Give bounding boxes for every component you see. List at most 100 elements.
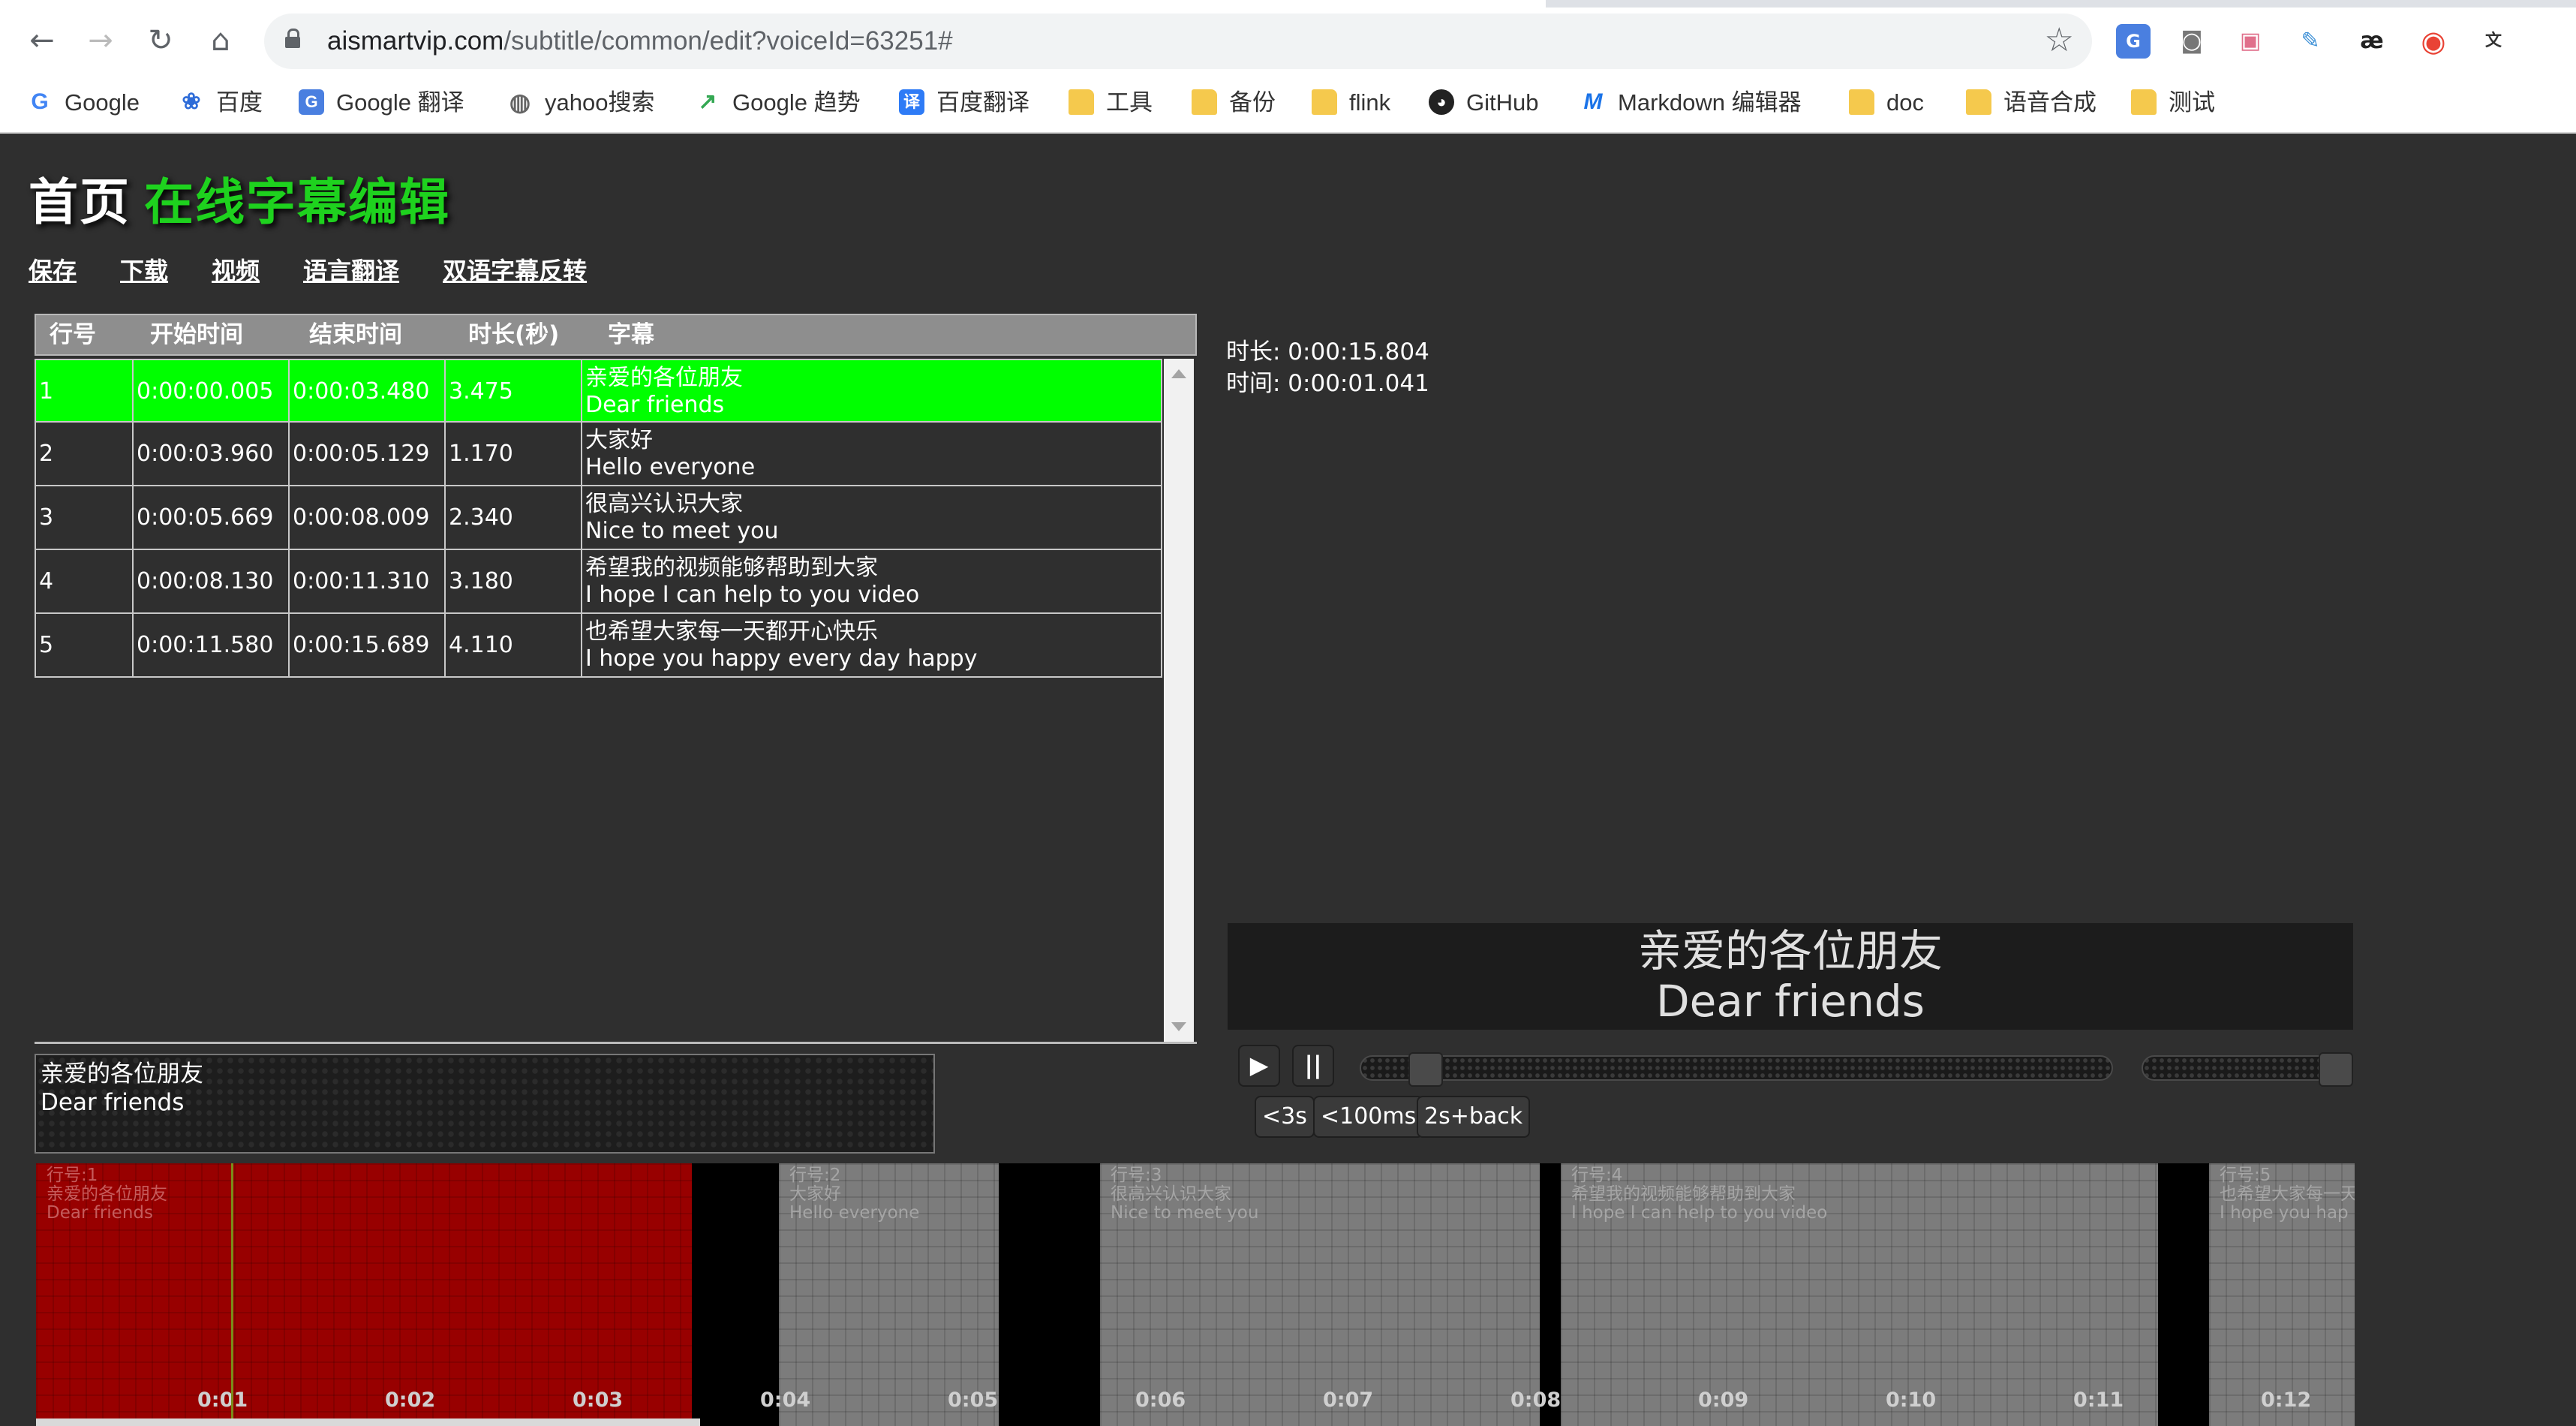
video-link[interactable]: 视频 (212, 257, 260, 285)
table-header: 行号 开始时间 结束时间 时长(秒) 字幕 (35, 314, 1197, 356)
cell-start: 0:00:00.005 (134, 360, 290, 423)
camera-extension-icon[interactable]: ◙ (2175, 24, 2209, 59)
home-link[interactable]: 首页 (29, 173, 131, 231)
segment-label: 行号:4 希望我的视频能够帮助到大家 I hope I can help to yo… (1571, 1166, 1828, 1223)
bookmark-folder-doc[interactable]: doc (1849, 74, 1924, 132)
chrome-extension-icon[interactable]: ◉ (2416, 24, 2451, 59)
subtitle-table: 行号 开始时间 结束时间 时长(秒) 字幕 1 0:00:00.005 0:00:0… (35, 314, 1197, 1042)
folder-icon (1966, 89, 1991, 115)
bookmark-github[interactable]: ◕ GitHub (1429, 74, 1538, 132)
bookmarks-bar: G Google ❀ 百度 G Google 翻译 ◍ yahoo搜索 ↗ Google … (0, 74, 2576, 134)
back-2s-button[interactable]: 2s+back (1417, 1096, 1531, 1138)
back-100ms-button[interactable]: <100ms (1313, 1096, 1424, 1138)
subtitle-en: I hope I can help to you video (585, 582, 920, 608)
cell-end: 0:00:08.009 (290, 486, 446, 549)
forward-icon[interactable]: → (80, 20, 122, 62)
cell-dur: 1.170 (446, 423, 582, 485)
progress-slider[interactable] (1360, 1052, 2113, 1087)
pause-button[interactable]: || (1292, 1045, 1334, 1087)
table-row[interactable]: 2 0:00:03.960 0:00:05.129 1.170 大家好 Hello eve… (35, 423, 1162, 486)
timeline-tick-label: 0:05 (948, 1388, 999, 1412)
timeline-segment[interactable]: 行号:5 也希望大家每一天 I hope you hap (2209, 1163, 2355, 1426)
download-link[interactable]: 下载 (120, 257, 168, 285)
google-icon: G (31, 89, 49, 114)
translate-link[interactable]: 语言翻译 (303, 257, 399, 285)
bookmark-google[interactable]: G Google (27, 74, 140, 132)
bookmark-folder-backup[interactable]: 备份 (1192, 74, 1276, 132)
bilingual-reverse-link[interactable]: 双语字幕反转 (443, 257, 587, 285)
cell-dur: 4.110 (446, 614, 582, 676)
timeline-segment[interactable]: 行号:2 大家好 Hello everyone (779, 1163, 999, 1426)
cell-end: 0:00:03.480 (290, 360, 446, 423)
save-link[interactable]: 保存 (29, 257, 77, 285)
bookmark-baidu-translate[interactable]: 译百度翻译 (899, 74, 1029, 132)
bookmark-yahoo[interactable]: ◍ yahoo搜索 (507, 74, 654, 132)
bookmark-baidu[interactable]: ❀ 百度 (179, 74, 263, 132)
google-translate-extension-icon[interactable]: G (2116, 24, 2151, 59)
waveform-timeline[interactable]: 行号:1 亲爱的各位朋友 Dear friends 行号:2 大家好 Hello eve… (36, 1163, 2355, 1426)
playhead-cursor[interactable] (231, 1163, 233, 1426)
bookmark-folder-tts[interactable]: 语音合成 (1966, 74, 2097, 132)
table-row[interactable]: 3 0:00:05.669 0:00:08.009 2.340 很高兴认识大家 Nice … (35, 486, 1162, 550)
timeline-tick-label: 0:04 (760, 1388, 811, 1412)
subtitle-zh: 大家好 (585, 427, 653, 453)
timeline-segment[interactable]: 行号:1 亲爱的各位朋友 Dear friends (36, 1163, 692, 1426)
cell-no: 5 (36, 614, 134, 676)
baidu-translate-icon: 译 (899, 89, 924, 115)
timeline-tick-label: 0:03 (573, 1388, 624, 1412)
markdown-icon: M (1583, 89, 1603, 114)
bookmark-folder-flink[interactable]: flink (1312, 74, 1390, 132)
table-row[interactable]: 5 0:00:11.580 0:00:15.689 4.110 也希望大家每一天都开心快… (35, 614, 1162, 678)
timeline-segment[interactable]: 行号:3 很高兴认识大家 Nice to meet you (1100, 1163, 1540, 1426)
scroll-down-icon[interactable] (1171, 1022, 1186, 1031)
back-icon[interactable]: ← (21, 20, 63, 62)
volume-thumb[interactable] (2319, 1052, 2353, 1087)
cell-subtitle: 很高兴认识大家 Nice to meet you (582, 486, 1161, 549)
timeline-tick-label: 0:12 (2261, 1388, 2312, 1412)
cell-dur: 3.180 (446, 550, 582, 612)
progress-thumb[interactable] (1408, 1052, 1443, 1087)
table-body: 1 0:00:00.005 0:00:03.480 3.475 亲爱的各位朋友 Dear … (35, 359, 1162, 678)
cell-end: 0:00:11.310 (290, 550, 446, 612)
bookmark-markdown-editor[interactable]: M Markdown 编辑器 (1580, 74, 1802, 132)
volume-slider[interactable] (2142, 1052, 2353, 1087)
current-time-readout: 时间: 0:00:01.041 (1226, 370, 1429, 397)
table-row[interactable]: 1 0:00:00.005 0:00:03.480 3.475 亲爱的各位朋友 Dear … (35, 359, 1162, 423)
action-menu: 保存 下载 视频 语言翻译 双语字幕反转 (29, 252, 630, 287)
timeline-tick-label: 0:10 (1886, 1388, 1937, 1412)
subtitle-en: Nice to meet you (585, 518, 779, 544)
subtitle-zh: 亲爱的各位朋友 (585, 365, 743, 391)
bookmark-folder-test[interactable]: 测试 (2131, 74, 2215, 132)
play-button[interactable]: ▶ (1238, 1045, 1280, 1087)
bookmark-google-trends[interactable]: ↗ Google 趋势 (695, 74, 860, 132)
github-icon: ◕ (1429, 89, 1454, 115)
cell-start: 0:00:08.130 (134, 550, 290, 612)
subtitle-zh: 很高兴认识大家 (585, 491, 743, 517)
bookmark-google-translate[interactable]: G Google 翻译 (299, 74, 464, 132)
back-3s-button[interactable]: <3s (1255, 1096, 1315, 1138)
cell-start: 0:00:05.669 (134, 486, 290, 549)
ae-extension-icon[interactable]: æ (2355, 24, 2389, 59)
translate-en-extension-icon[interactable]: 文 (2476, 24, 2511, 59)
subtitle-en: I hope you happy every day happy (585, 645, 978, 672)
scroll-up-icon[interactable] (1171, 369, 1186, 378)
subtitle-zh: 希望我的视频能够帮助到大家 (585, 555, 878, 581)
bookmark-folder-tools[interactable]: 工具 (1069, 74, 1153, 132)
bilibili-extension-icon[interactable]: ▣ (2233, 24, 2268, 59)
reload-icon[interactable]: ↻ (140, 20, 182, 62)
feather-extension-icon[interactable]: ✎ (2293, 24, 2328, 59)
subtitle-editor-textarea[interactable]: 亲爱的各位朋友 Dear friends (35, 1054, 935, 1154)
table-row[interactable]: 4 0:00:08.130 0:00:11.310 3.180 希望我的视频能够帮助到大… (35, 550, 1162, 614)
address-bar[interactable]: aismartvip.com/subtitle/common/edit?voic… (264, 14, 2092, 69)
timeline-segment[interactable]: 行号:4 希望我的视频能够帮助到大家 I hope I can help to yo… (1561, 1163, 2158, 1426)
url-text[interactable]: aismartvip.com/subtitle/common/edit?voic… (327, 14, 953, 69)
duration-readout: 时长: 0:00:15.804 (1226, 338, 1429, 366)
cell-end: 0:00:15.689 (290, 614, 446, 676)
home-icon[interactable]: ⌂ (200, 20, 242, 62)
segment-label: 行号:2 大家好 Hello everyone (789, 1166, 920, 1223)
globe-icon: ◍ (509, 88, 531, 116)
timeline-tick-label: 0:06 (1135, 1388, 1186, 1412)
bookmark-star-icon[interactable]: ☆ (2045, 20, 2074, 62)
timeline-scroll-thumb[interactable] (36, 1418, 700, 1426)
table-scrollbar[interactable] (1164, 359, 1194, 1042)
